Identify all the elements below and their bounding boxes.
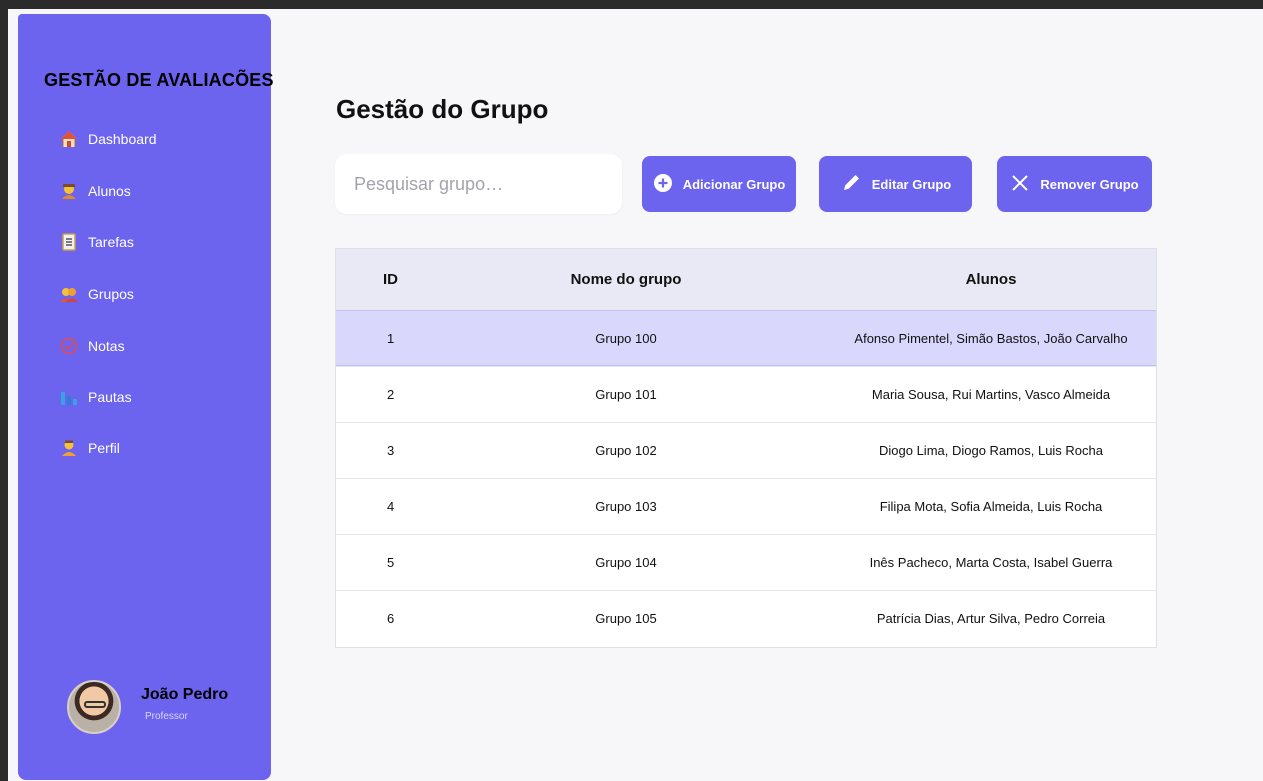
user-name: João Pedro	[141, 686, 229, 703]
sidebar-item-label: Grupos	[88, 286, 134, 302]
add-group-button[interactable]: Adicionar Grupo	[642, 156, 796, 212]
edit-group-label: Editar Grupo	[871, 176, 952, 192]
sidebar-item-dashboard[interactable]: Dashboard	[60, 126, 157, 152]
student-icon	[60, 182, 78, 200]
window-top-bar	[0, 0, 1263, 9]
app-brand: GESTÃO DE AVALIACÕES	[44, 70, 274, 90]
cell-alunos: Afonso Pimentel, Simão Bastos, João Carv…	[854, 331, 1128, 346]
table-row[interactable]: 5 Grupo 104 Inês Pacheco, Marta Costa, I…	[336, 534, 1156, 590]
cell-alunos: Filipa Mota, Sofia Almeida, Luis Rocha	[879, 499, 1103, 514]
cell-alunos: Inês Pacheco, Marta Costa, Isabel Guerra	[869, 555, 1113, 570]
clipboard-icon	[60, 233, 78, 251]
avatar	[67, 680, 121, 734]
sidebar-item-label: Dashboard	[88, 131, 157, 147]
plus-circle-icon	[653, 173, 673, 196]
sidebar-item-label: Perfil	[88, 440, 120, 456]
sidebar-item-perfil[interactable]: Perfil	[60, 435, 120, 461]
home-icon	[60, 130, 78, 148]
user-role: Professor	[145, 711, 188, 722]
add-group-label: Adicionar Grupo	[682, 176, 786, 192]
sidebar-item-label: Tarefas	[88, 234, 134, 250]
cell-alunos: Maria Sousa, Rui Martins, Vasco Almeida	[871, 387, 1111, 402]
sidebar-item-pautas[interactable]: Pautas	[60, 384, 132, 410]
sidebar-item-alunos[interactable]: Alunos	[60, 178, 131, 204]
table-row[interactable]: 3 Grupo 102 Diogo Lima, Diogo Ramos, Lui…	[336, 422, 1156, 478]
column-header-alunos: Alunos	[965, 271, 1017, 288]
cell-alunos: Diogo Lima, Diogo Ramos, Luis Rocha	[879, 443, 1103, 458]
sidebar-item-label: Notas	[88, 338, 125, 354]
sidebar-item-label: Alunos	[88, 183, 131, 199]
groups-table: ID Nome do grupo Alunos 1 Grupo 100 Afon…	[335, 248, 1157, 648]
grade-icon	[60, 337, 78, 355]
cell-alunos: Patrícia Dias, Artur Silva, Pedro Correi…	[876, 611, 1106, 626]
sidebar-item-grupos[interactable]: Grupos	[60, 281, 134, 307]
page-title: Gestão do Grupo	[336, 94, 549, 124]
sidebar-item-label: Pautas	[88, 389, 132, 405]
search-input[interactable]	[335, 154, 622, 214]
profile-icon	[60, 439, 78, 457]
group-icon	[60, 285, 78, 303]
table-row[interactable]: 4 Grupo 103 Filipa Mota, Sofia Almeida, …	[336, 478, 1156, 534]
table-row[interactable]: 1 Grupo 100 Afonso Pimentel, Simão Basto…	[336, 310, 1156, 366]
table-row[interactable]: 2 Grupo 101 Maria Sousa, Rui Martins, Va…	[336, 366, 1156, 422]
chart-icon	[60, 388, 78, 406]
remove-group-label: Remover Grupo	[1040, 176, 1139, 192]
sidebar-item-tarefas[interactable]: Tarefas	[60, 229, 134, 255]
table-header: ID Nome do grupo Alunos	[336, 249, 1156, 310]
pencil-icon	[840, 172, 862, 197]
edit-group-button[interactable]: Editar Grupo	[819, 156, 972, 212]
remove-group-button[interactable]: Remover Grupo	[997, 156, 1152, 212]
table-row[interactable]: 6 Grupo 105 Patrícia Dias, Artur Silva, …	[336, 590, 1156, 646]
close-icon	[1010, 173, 1030, 196]
sidebar-item-notas[interactable]: Notas	[60, 333, 125, 359]
